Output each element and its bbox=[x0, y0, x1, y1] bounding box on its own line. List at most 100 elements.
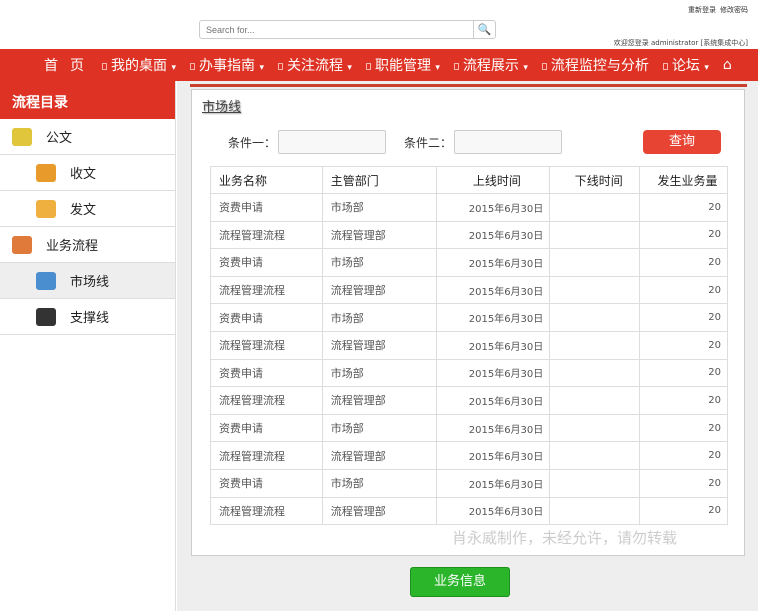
table-cell: 2015年6月30日 bbox=[435, 386, 551, 415]
table-cell: 流程管理流程 bbox=[210, 386, 323, 415]
nav-item[interactable]: 办事指南 ▾ bbox=[189, 55, 264, 75]
table-cell: 流程管理部 bbox=[321, 275, 437, 305]
relogin-link[interactable]: 重新登录 bbox=[688, 6, 716, 14]
table-cell: 20 bbox=[639, 386, 728, 415]
table-cell: 流程管理部 bbox=[321, 496, 437, 526]
column-header: 上线时间 bbox=[435, 166, 551, 194]
table-row[interactable]: 资费申请 市场部 2015年6月30日 20 bbox=[210, 303, 728, 332]
table-row[interactable]: 流程管理流程 流程管理部 2015年6月30日 20 bbox=[210, 220, 728, 250]
nav-label: 论坛 bbox=[671, 58, 700, 74]
folder-icon bbox=[36, 163, 56, 182]
search-icon: 🔍 bbox=[477, 23, 492, 36]
content-panel: 市场线 条件一： 条件二： 查询 业务名称 主管部门 上线时间 下线时间 发生业务量 资… bbox=[191, 89, 745, 556]
caret-down-icon: ▾ bbox=[523, 63, 528, 73]
table-cell: 2015年6月30日 bbox=[435, 303, 551, 332]
nav-item[interactable]: 关注流程 ▾ bbox=[277, 55, 352, 75]
table-row[interactable]: 流程管理流程 流程管理部 2015年6月30日 20 bbox=[210, 275, 728, 305]
table-row[interactable]: 资费申请 市场部 2015年6月30日 20 bbox=[210, 413, 728, 443]
table-cell: 市场部 bbox=[321, 248, 437, 277]
table-cell bbox=[549, 358, 641, 388]
cond2-input[interactable] bbox=[454, 130, 563, 154]
menu-icon bbox=[277, 62, 283, 70]
cond1-input[interactable] bbox=[278, 130, 387, 154]
nav-item[interactable]: 流程展示 ▾ bbox=[453, 55, 528, 75]
table-cell: 20 bbox=[639, 496, 728, 526]
nav-label: 流程监控与分析 bbox=[550, 58, 649, 74]
nav-item[interactable]: 职能管理 ▾ bbox=[365, 55, 440, 75]
menu-icon bbox=[189, 62, 195, 70]
table-cell: 流程管理部 bbox=[321, 220, 437, 250]
divider bbox=[190, 84, 747, 87]
business-info-button[interactable]: 业务信息 bbox=[410, 567, 510, 597]
table-row[interactable]: 流程管理流程 流程管理部 2015年6月30日 20 bbox=[210, 441, 728, 470]
sidebar-item[interactable]: 业务流程 bbox=[0, 227, 175, 263]
main-nav: 首页 我的桌面 ▾ 办事指南 ▾ 关注流程 ▾ 职能管理 ▾ 流程展示 ▾ 流程监控与分析论… bbox=[0, 49, 758, 81]
table-row[interactable]: 流程管理流程 流程管理部 2015年6月30日 20 bbox=[210, 386, 728, 415]
table-cell bbox=[549, 303, 641, 332]
sidebar-item-label: 市场线 bbox=[70, 275, 110, 290]
table-row[interactable]: 资费申请 市场部 2015年6月30日 20 bbox=[210, 193, 728, 222]
table-cell: 流程管理部 bbox=[321, 330, 437, 360]
main-area: 市场线 条件一： 条件二： 查询 业务名称 主管部门 上线时间 下线时间 发生业务量 资… bbox=[177, 81, 758, 611]
nav-label: 流程展示 bbox=[462, 58, 519, 74]
table-cell: 20 bbox=[639, 441, 728, 470]
sidebar-item[interactable]: 发文 bbox=[0, 191, 175, 227]
sidebar-item[interactable]: 支撑线 bbox=[0, 299, 175, 335]
cond2-label: 条件二： bbox=[404, 135, 453, 150]
table-cell: 2015年6月30日 bbox=[435, 468, 551, 498]
table-cell: 2015年6月30日 bbox=[435, 441, 551, 470]
sidebar-item-label: 收文 bbox=[70, 167, 97, 182]
table-cell: 20 bbox=[639, 468, 728, 498]
search-button[interactable]: 🔍 bbox=[473, 21, 495, 38]
menu-icon bbox=[365, 62, 371, 70]
table-cell: 2015年6月30日 bbox=[435, 330, 551, 360]
nav-label: 办事指南 bbox=[198, 58, 255, 74]
table-cell: 流程管理流程 bbox=[210, 496, 323, 526]
table-cell: 2015年6月30日 bbox=[435, 193, 551, 222]
nav-item[interactable]: 我的桌面 ▾ bbox=[102, 55, 176, 75]
search-box: 🔍 bbox=[199, 20, 496, 39]
table-cell: 流程管理流程 bbox=[210, 330, 323, 360]
menu-icon bbox=[662, 62, 668, 70]
caret-down-icon: ▾ bbox=[435, 63, 440, 73]
folder-icon bbox=[36, 271, 56, 290]
query-button[interactable]: 查询 bbox=[643, 130, 721, 154]
table-cell: 流程管理部 bbox=[321, 441, 437, 470]
table-row[interactable]: 流程管理流程 流程管理部 2015年6月30日 20 bbox=[210, 330, 728, 360]
sidebar-item-label: 公文 bbox=[46, 131, 73, 146]
table-row[interactable]: 资费申请 市场部 2015年6月30日 20 bbox=[210, 358, 728, 388]
sidebar-item[interactable]: 市场线 bbox=[0, 263, 175, 299]
nav-item[interactable]: 流程监控与分析 bbox=[541, 55, 649, 75]
table-cell: 20 bbox=[639, 303, 728, 332]
nav-item[interactable]: 首页 bbox=[44, 55, 96, 75]
welcome-text: 欢迎您登录 administrator [系统集成中心] bbox=[613, 39, 748, 47]
table-cell: 20 bbox=[639, 330, 728, 360]
change-password-link[interactable]: 修改密码 bbox=[720, 6, 748, 14]
sidebar-item[interactable]: 收文 bbox=[0, 155, 175, 191]
caret-down-icon: ▾ bbox=[347, 63, 352, 73]
watermark: 肖永威制作，未经允许，请勿转载 bbox=[452, 529, 678, 547]
caret-down-icon: ▾ bbox=[171, 63, 176, 73]
folder-icon bbox=[36, 199, 56, 218]
table-cell: 2015年6月30日 bbox=[435, 496, 551, 526]
cond1-label: 条件一： bbox=[228, 135, 277, 150]
sidebar-item[interactable]: 公文 bbox=[0, 119, 175, 155]
table-row[interactable]: 资费申请 市场部 2015年6月30日 20 bbox=[210, 468, 728, 498]
table-row[interactable]: 资费申请 市场部 2015年6月30日 20 bbox=[210, 248, 728, 277]
column-header: 业务名称 bbox=[210, 166, 323, 194]
nav-item[interactable]: 论坛 ▾ bbox=[662, 55, 709, 75]
table-cell bbox=[549, 248, 641, 277]
table-cell: 资费申请 bbox=[210, 358, 323, 388]
table-cell: 20 bbox=[639, 220, 728, 250]
table-cell: 市场部 bbox=[321, 413, 437, 443]
table-cell: 市场部 bbox=[321, 468, 437, 498]
sidebar-item-label: 业务流程 bbox=[46, 239, 99, 254]
table-row[interactable]: 流程管理流程 流程管理部 2015年6月30日 20 bbox=[210, 496, 728, 526]
table-cell bbox=[549, 496, 641, 526]
search-input[interactable] bbox=[200, 21, 473, 38]
table-cell bbox=[549, 193, 641, 222]
page-title: 市场线 bbox=[202, 100, 242, 115]
table-cell bbox=[549, 220, 641, 250]
top-bar: 🔍 重新登录修改密码 欢迎您登录 administrator [系统集成中心] bbox=[0, 0, 758, 49]
home-icon[interactable]: ⌂ bbox=[723, 57, 732, 73]
